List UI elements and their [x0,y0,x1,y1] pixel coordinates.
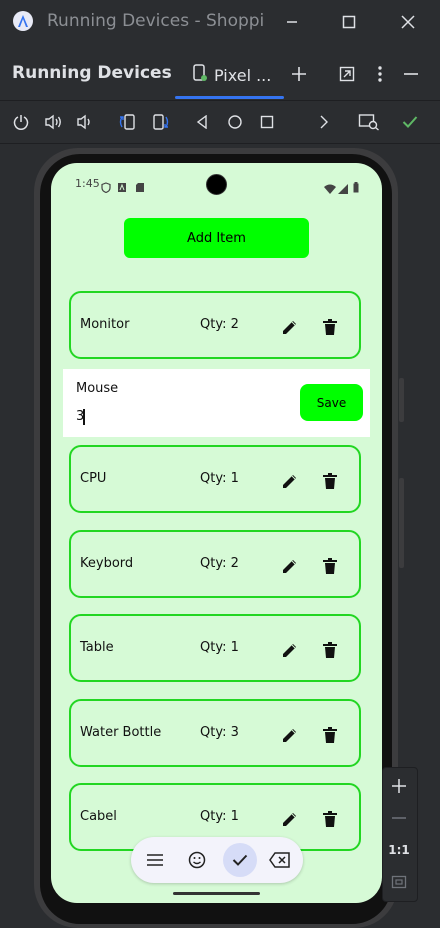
rotate-left-icon[interactable] [115,110,139,134]
wifi-icon [324,179,336,198]
item-name: CPU [80,471,107,486]
emoji-icon[interactable] [182,845,212,875]
list-item: Water Bottle Qty: 3 [69,698,361,767]
minimize-icon[interactable] [280,10,304,34]
device-tab-label: Pixel ... [214,65,272,85]
edit-icon[interactable] [279,555,301,577]
done-check-icon[interactable] [223,843,257,877]
screenshot-icon[interactable] [357,110,381,134]
delete-icon[interactable] [319,639,341,661]
close-icon[interactable] [396,10,420,34]
more-options-icon[interactable] [367,61,393,87]
zoom-in-icon[interactable] [389,776,409,796]
back-icon[interactable] [190,110,214,134]
delete-icon[interactable] [319,555,341,577]
gesture-home-indicator[interactable] [173,892,260,895]
edit-icon[interactable] [279,724,301,746]
add-icon[interactable] [286,61,312,87]
device-phone-icon [192,64,208,86]
overview-icon[interactable] [255,110,279,134]
divider [0,100,440,101]
volume-up-icon[interactable] [42,110,66,134]
forward-icon[interactable] [312,110,336,134]
item-name: Water Bottle [80,724,162,740]
backspace-icon[interactable] [265,845,295,875]
item-name: Table [80,640,114,655]
shield-icon [101,178,111,197]
check-icon[interactable] [398,110,422,134]
delete-icon[interactable] [319,724,341,746]
battery-icon [353,178,359,197]
item-quantity: Qty: 1 [200,640,239,655]
keyboard-toolbar [131,837,303,883]
zoom-out-icon[interactable] [389,808,409,828]
notification-a-icon [117,178,127,197]
home-icon[interactable] [223,110,247,134]
sd-card-icon [135,178,145,197]
item-quantity: Qty: 1 [200,809,239,824]
front-camera [206,174,227,195]
list-item: Table Qty: 1 [69,614,361,682]
list-item: CPU Qty: 1 [69,445,361,513]
edit-icon[interactable] [279,808,301,830]
item-quantity: Qty: 3 [200,724,239,740]
float-window-icon[interactable] [334,61,360,87]
tab-device[interactable]: Pixel ... [192,60,271,90]
edit-icon[interactable] [279,470,301,492]
item-name: Cabel [80,809,117,824]
device-side-button[interactable] [399,478,404,568]
item-quantity: Qty: 1 [200,471,239,486]
rotate-right-icon[interactable] [149,110,173,134]
zoom-actual-size-button[interactable]: 1:1 [388,843,410,857]
item-quantity: Qty: 2 [200,555,239,571]
quantity-input[interactable] [76,409,256,424]
item-quantity: Qty: 2 [200,317,239,332]
status-bar-time: 1:45 [75,177,100,190]
item-name: Keybord [80,555,134,571]
edit-item-name: Mouse [76,381,119,396]
android-studio-logo-icon [13,11,33,31]
edit-icon[interactable] [279,639,301,661]
text-caret [83,409,85,425]
fit-screen-icon[interactable] [390,873,408,891]
power-icon[interactable] [9,110,33,134]
delete-icon[interactable] [319,316,341,338]
window-title: Running Devices - Shopping [47,11,263,31]
item-name: Monitor [80,317,130,332]
delete-icon[interactable] [319,470,341,492]
edit-icon[interactable] [279,316,301,338]
tab-selected-indicator [175,96,284,99]
save-button[interactable]: Save [300,384,363,421]
list-item: Keybord Qty: 2 [69,529,361,598]
delete-icon[interactable] [319,808,341,830]
signal-icon [338,179,348,198]
volume-down-icon[interactable] [73,110,97,134]
hide-icon[interactable] [398,61,424,87]
list-item: Monitor Qty: 2 [69,291,361,359]
menu-icon[interactable] [140,845,170,875]
maximize-icon[interactable] [337,10,361,34]
tool-window-title: Running Devices [12,63,172,83]
add-item-button[interactable]: Add Item [124,218,309,258]
device-side-button[interactable] [399,378,404,422]
divider [0,143,440,144]
